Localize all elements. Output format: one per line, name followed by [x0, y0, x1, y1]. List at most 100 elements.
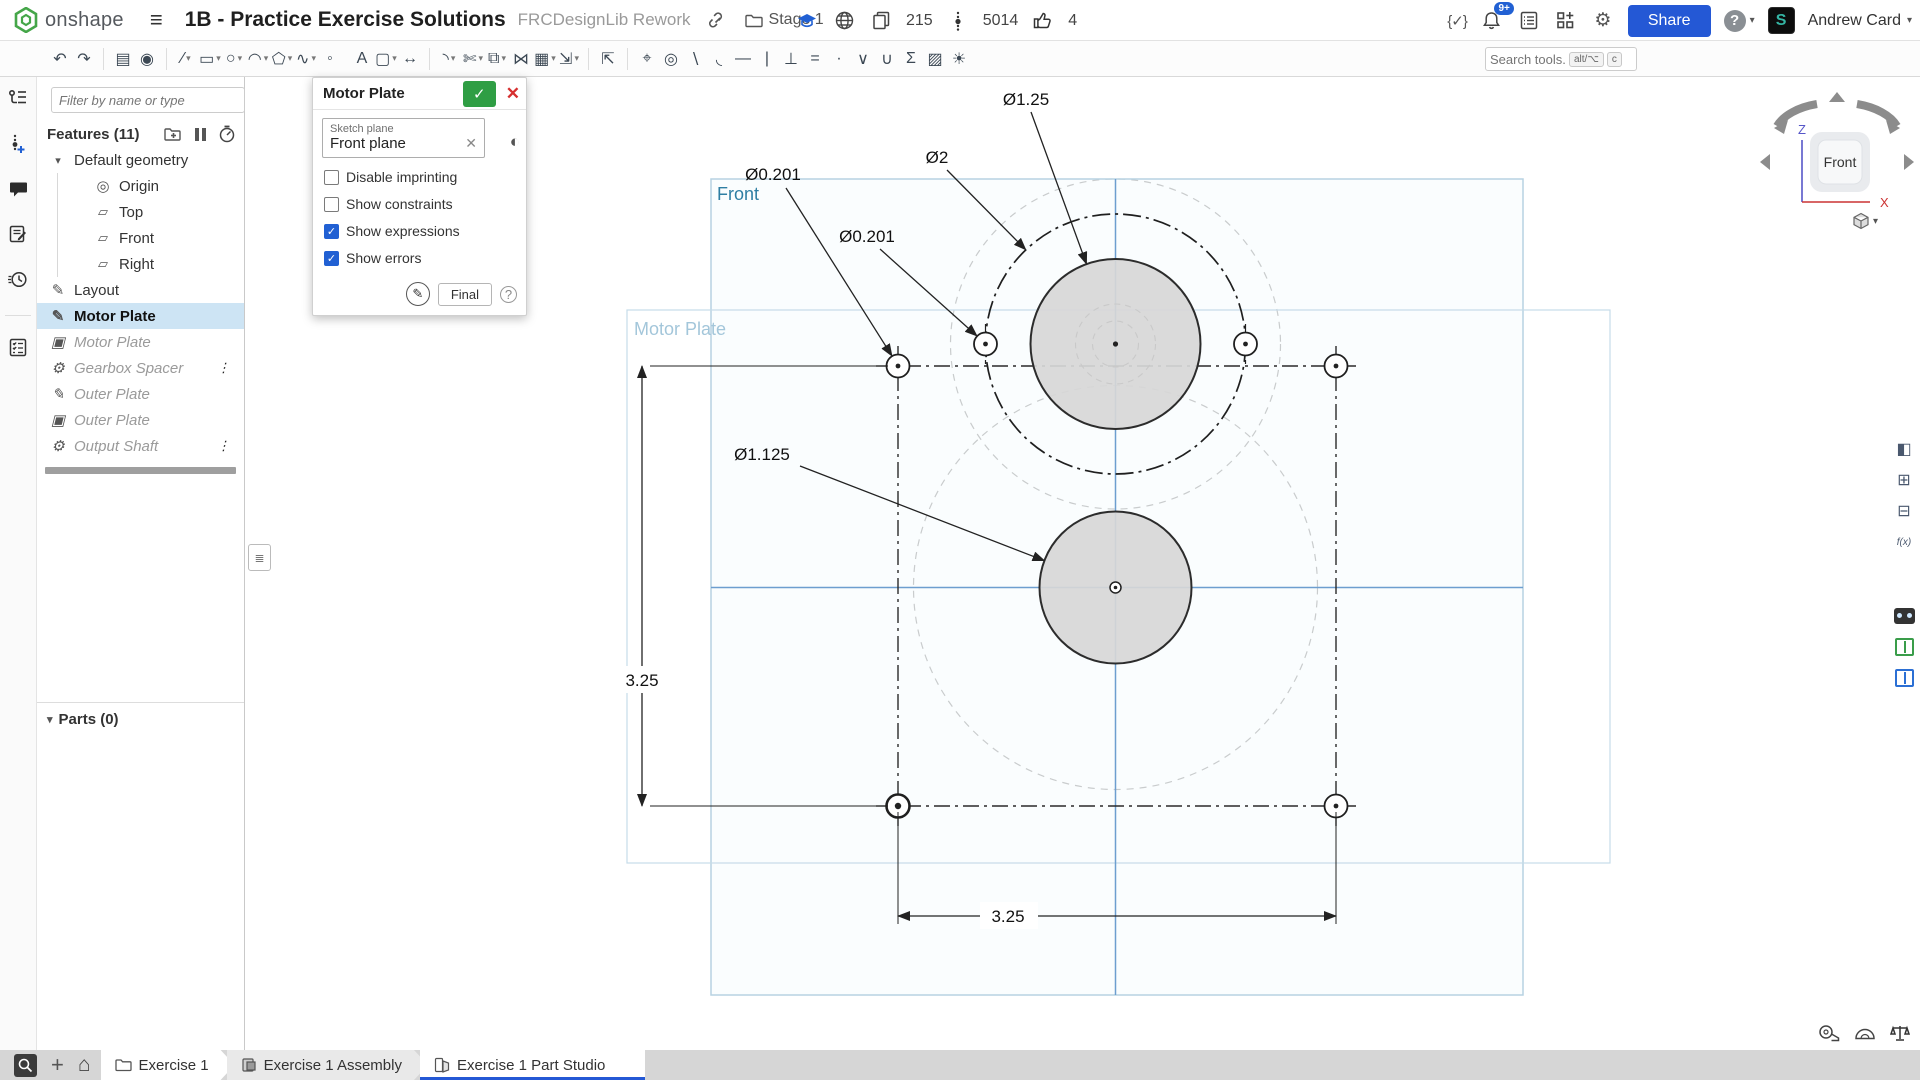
text-tool[interactable]: A	[350, 46, 374, 72]
midpoint-constraint[interactable]: ∙	[827, 46, 851, 72]
show-constraints-tool[interactable]: ☀	[947, 46, 971, 72]
tree-item-front-plane[interactable]: ▱ Front	[57, 225, 244, 251]
help-menu[interactable]: ? ▾	[1724, 10, 1755, 32]
measure-tool[interactable]: ⇱	[596, 46, 620, 72]
tree-group-default-geometry[interactable]: ▾ Default geometry	[37, 147, 244, 173]
blue-library-icon[interactable]	[1893, 667, 1916, 689]
checkbox-show-errors[interactable]: ✓ Show errors	[324, 250, 517, 266]
tangent-constraint[interactable]: ◟	[707, 46, 731, 72]
dimension-label[interactable]: Ø2	[926, 148, 949, 167]
spline-tool[interactable]: ∿▾	[294, 46, 318, 72]
home-tab-button[interactable]: ⌂	[78, 1053, 91, 1077]
checkbox-show-expressions[interactable]: ✓ Show expressions	[324, 223, 517, 239]
concentric-constraint[interactable]: ◎	[659, 46, 683, 72]
upper-motor-circle[interactable]	[1031, 259, 1201, 429]
tab-exercise-1[interactable]: Exercise 1	[101, 1050, 235, 1080]
rectangle-tool[interactable]: ▭▾	[198, 46, 222, 72]
feature-filter-input[interactable]	[51, 87, 245, 113]
arc-tool[interactable]: ◠▾	[246, 46, 270, 72]
cancel-button[interactable]: ✕	[506, 84, 520, 104]
tree-item-top-plane[interactable]: ▱ Top	[57, 199, 244, 225]
line-tool[interactable]: ∕▾	[174, 46, 198, 72]
undo-button[interactable]: ↶	[48, 46, 72, 72]
tree-item-layout-sketch[interactable]: ✎ Layout	[37, 277, 244, 303]
hatch-tool[interactable]: ▨	[923, 46, 947, 72]
version-dots-icon[interactable]: ⋮	[217, 438, 230, 454]
polygon-tool[interactable]: ⬠▾	[270, 46, 294, 72]
view-options-control[interactable]: ▾	[1852, 212, 1878, 230]
onshape-logo[interactable]: onshape	[14, 7, 124, 33]
search-tabs-icon[interactable]	[14, 1054, 37, 1077]
insert-version-icon[interactable]	[10, 134, 26, 159]
transform-tool[interactable]: ⇲▾	[557, 46, 581, 72]
rotate-right-arrow[interactable]	[1857, 104, 1897, 126]
insert-image-button[interactable]: ▤	[111, 46, 135, 72]
trim-tool[interactable]: ✄▾	[461, 46, 485, 72]
tree-item-gearbox-spacer[interactable]: ⚙ Gearbox Spacer ⋮	[37, 355, 244, 381]
configuration-inputs-icon[interactable]: ⊟	[1893, 500, 1916, 522]
pattern-tool[interactable]: ▦▾	[533, 46, 557, 72]
link-icon[interactable]	[705, 8, 729, 32]
versions-icon[interactable]	[946, 9, 970, 33]
comments-icon[interactable]	[9, 181, 28, 203]
mirror-tool[interactable]: ⋈	[509, 46, 533, 72]
tab-exercise-1-part-studio[interactable]: Exercise 1 Part Studio	[420, 1050, 645, 1080]
mate-connector-icon[interactable]: ◐	[510, 132, 520, 152]
dimension-label[interactable]: Ø0.201	[745, 165, 801, 184]
tree-item-motor-plate-extrude[interactable]: ▣ Motor Plate	[37, 329, 244, 355]
tree-item-origin[interactable]: ◎ Origin	[57, 173, 244, 199]
sketch-label[interactable]: Motor Plate	[634, 319, 726, 339]
offset-tool[interactable]: ⧉▾	[485, 46, 509, 72]
tab-exercise-1-assembly[interactable]: Exercise 1 Assembly	[227, 1050, 428, 1080]
tasks-icon[interactable]	[1517, 9, 1541, 33]
pan-right-arrow[interactable]	[1904, 154, 1914, 170]
new-folder-icon[interactable]	[164, 127, 183, 142]
copies-icon[interactable]	[869, 9, 893, 33]
appearance-panel-icon[interactable]: ◧	[1893, 438, 1916, 460]
tape-measure-icon[interactable]	[1818, 1024, 1840, 1047]
share-button[interactable]: Share	[1628, 5, 1711, 37]
redo-button[interactable]: ↷	[72, 46, 96, 72]
clear-selection-icon[interactable]: ✕	[465, 135, 477, 152]
search-tools-input[interactable]	[1490, 52, 1566, 67]
tree-item-motor-plate-sketch[interactable]: ✎ Motor Plate	[37, 303, 244, 329]
hamburger-menu-icon[interactable]: ≡	[150, 7, 163, 33]
checkbox-show-constraints[interactable]: Show constraints	[324, 196, 517, 212]
dimension-tool[interactable]: ↔	[398, 46, 422, 72]
dimension-label[interactable]: Ø1.25	[1003, 90, 1049, 109]
sketch-canvas[interactable]: Front Motor Plate	[0, 0, 1920, 1080]
coincident-constraint[interactable]: ⌖	[635, 46, 659, 72]
avatar[interactable]: S	[1768, 7, 1795, 34]
dialog-help-icon[interactable]: ?	[500, 286, 517, 303]
document-title[interactable]: 1B - Practice Exercise Solutions	[185, 8, 506, 32]
featurescript-icon[interactable]: {✓}	[1447, 12, 1467, 30]
dimension-label[interactable]: Ø1.125	[734, 445, 790, 464]
search-tools-box[interactable]: alt/⌥ c	[1485, 47, 1637, 71]
version-dots-icon[interactable]: ⋮	[217, 360, 230, 376]
variable-studio-icon[interactable]: f(x)	[1893, 531, 1916, 553]
mass-properties-icon[interactable]	[1890, 1024, 1910, 1047]
public-globe-icon[interactable]	[832, 9, 856, 33]
suspend-pause-icon[interactable]	[195, 128, 206, 141]
add-tab-button[interactable]: +	[51, 1052, 64, 1078]
perpendicular-constraint[interactable]: ⊥	[779, 46, 803, 72]
configuration-table-icon[interactable]: ⊞	[1893, 469, 1916, 491]
panel-resize-handle[interactable]: ≣	[248, 544, 271, 571]
horizontal-constraint[interactable]: —	[731, 46, 755, 72]
slot-tool[interactable]: ▢▾	[374, 46, 398, 72]
tree-item-outer-plate-extrude[interactable]: ▣ Outer Plate	[37, 407, 244, 433]
edit-sketch-icon[interactable]: ✎	[406, 282, 430, 306]
lower-bore-circle[interactable]	[1040, 512, 1192, 664]
regeneration-timer-icon[interactable]	[218, 125, 236, 143]
tree-item-output-shaft[interactable]: ⚙ Output Shaft ⋮	[37, 433, 244, 459]
symmetry-constraint[interactable]: Σ	[899, 46, 923, 72]
sketch-style-button[interactable]: ◉	[135, 46, 159, 72]
apps-grid-icon[interactable]	[1554, 9, 1578, 33]
feature-tree-icon[interactable]	[8, 89, 28, 112]
normal-constraint[interactable]: ∨	[851, 46, 875, 72]
equal-constraint[interactable]: =	[803, 46, 827, 72]
bom-checklist-icon[interactable]	[9, 338, 27, 362]
green-library-icon[interactable]	[1893, 636, 1916, 658]
curvature-constraint[interactable]: ∪	[875, 46, 899, 72]
plane-label[interactable]: Front	[717, 184, 759, 204]
